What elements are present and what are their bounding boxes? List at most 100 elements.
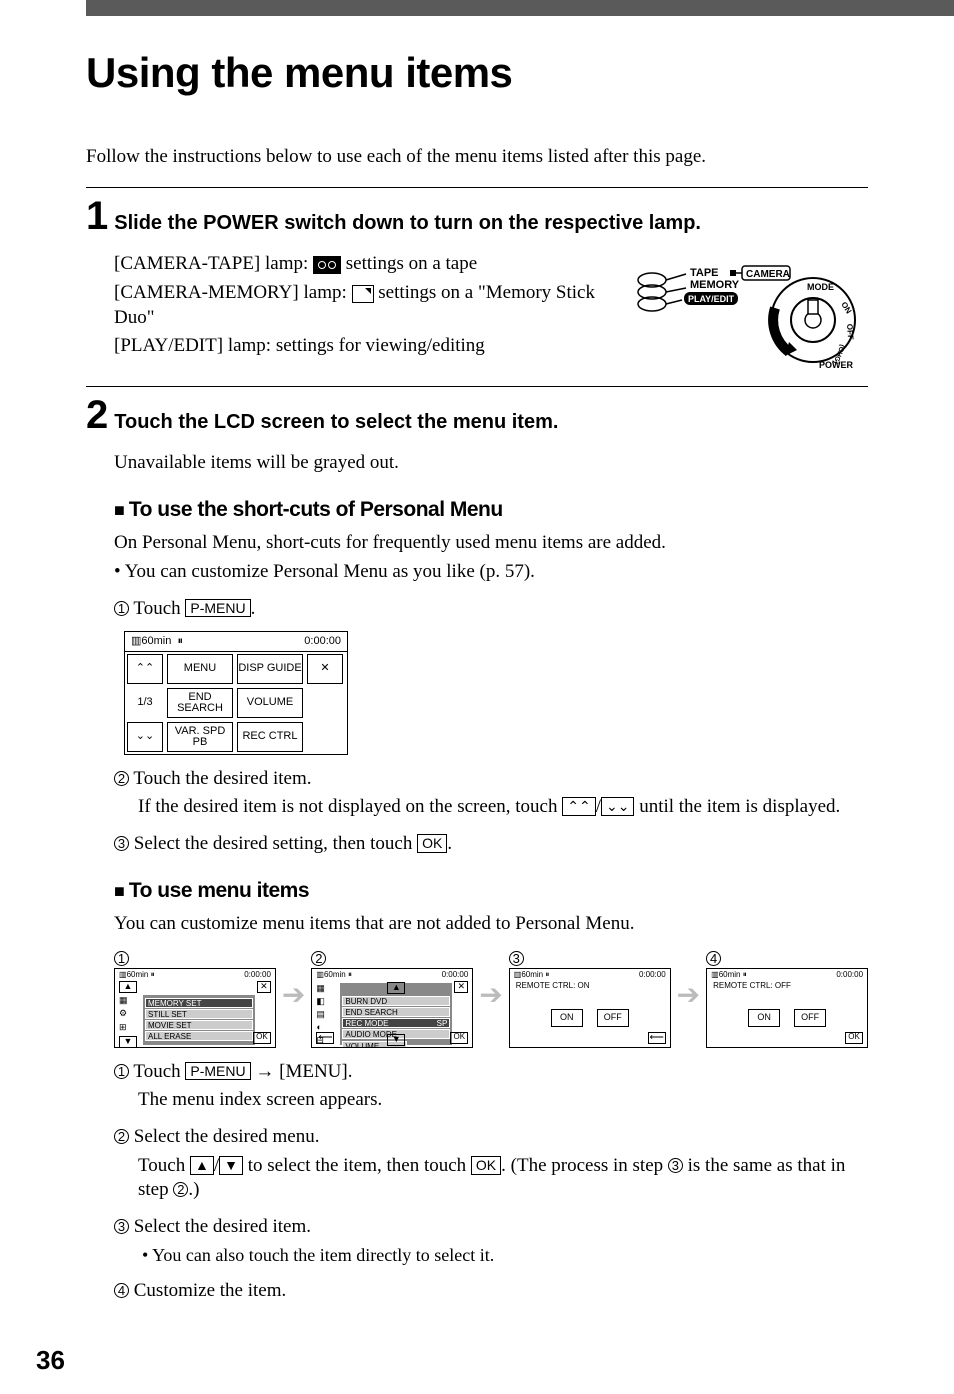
mini-timecode: 0:00:00 — [304, 634, 341, 648]
circled-2-icon: 2 — [311, 951, 326, 966]
back-button[interactable]: ⟵ — [316, 1032, 334, 1044]
menu-use-heading: To use menu items — [114, 877, 868, 904]
camera-tape-lamp-desc: settings on a tape — [346, 253, 477, 274]
up-arrow-button[interactable]: ▲ — [190, 1156, 214, 1175]
circled-3-icon: 3 — [509, 951, 524, 966]
shortcut-step1-text-a: Touch — [133, 598, 185, 619]
up-arrow-button[interactable]: ▲ — [387, 982, 405, 994]
blank-cell — [307, 722, 343, 752]
remote-ctrl-label: REMOTE CTRL: ON — [516, 981, 590, 991]
svg-text:OFF: OFF — [845, 324, 855, 341]
menuuse-step2-sub-c: . (The process in step — [501, 1155, 668, 1176]
arrow-right-icon: ➔ — [479, 978, 502, 1020]
menuuse-step1-arrow: → [MENU]. — [251, 1061, 353, 1082]
menuuse-step3-bullet: You can also touch the item directly to … — [142, 1244, 868, 1267]
up-button[interactable]: ⌃⌃ — [127, 654, 163, 684]
shortcut-heading: To use the short-cuts of Personal Menu — [114, 496, 868, 523]
page-title: Using the menu items — [86, 46, 868, 101]
intro-text: Follow the instructions below to use eac… — [86, 145, 868, 170]
menuuse-step3: Select the desired item. — [134, 1216, 311, 1237]
circled-2-icon: 2 — [173, 1182, 188, 1197]
menuuse-step4: Customize the item. — [134, 1280, 287, 1301]
ok-button[interactable]: OK — [471, 1156, 501, 1175]
circled-1-icon: 1 — [114, 1064, 129, 1079]
shortcut-step2-sub-a: If the desired item is not displayed on … — [138, 796, 562, 817]
pmenu-button[interactable]: P-MENU — [185, 1062, 250, 1081]
pmenu-button[interactable]: P-MENU — [185, 599, 250, 618]
arrow-right-icon: ➔ — [282, 978, 305, 1020]
blank-cell — [307, 688, 343, 718]
ok-button[interactable]: OK — [417, 834, 447, 853]
menu-button[interactable]: MENU — [167, 654, 233, 684]
off-button[interactable]: OFF — [794, 1009, 826, 1027]
ok-button[interactable]: OK — [450, 1032, 468, 1044]
on-button[interactable]: ON — [748, 1009, 780, 1027]
step-1-heading: Slide the POWER switch down to turn on t… — [114, 210, 701, 236]
menu-screen-4: ▥60min ⏸0:00:00 REMOTE CTRL: OFF ON OFF … — [706, 968, 868, 1048]
shortcut-bullet: You can customize Personal Menu as you l… — [114, 560, 868, 585]
down-arrow-button[interactable]: ▼ — [387, 1034, 405, 1046]
close-button[interactable]: ✕ — [307, 654, 343, 684]
menu-use-intro: You can customize menu items that are no… — [114, 912, 868, 937]
camera-tape-lamp-label: [CAMERA-TAPE] lamp: — [114, 253, 313, 274]
memory-stick-icon — [352, 285, 374, 303]
ok-button[interactable]: OK — [253, 1032, 271, 1044]
page-number: 36 — [36, 1344, 65, 1378]
down-arrow-button[interactable]: ▼ — [119, 1036, 137, 1048]
camera-memory-lamp-label: [CAMERA-MEMORY] lamp: — [114, 282, 352, 303]
down-arrow-button[interactable]: ⌄⌄ — [601, 797, 634, 816]
up-arrow-button[interactable]: ▲ — [119, 981, 137, 993]
shortcut-step2-sub-b: until the item is displayed. — [639, 796, 840, 817]
mini-battery: ▥60min ⏸ — [131, 634, 183, 648]
page-indicator: 1/3 — [127, 688, 163, 718]
ok-button[interactable]: OK — [845, 1032, 863, 1044]
rec-ctrl-button[interactable]: REC CTRL — [237, 722, 303, 752]
close-icon[interactable]: ✕ — [257, 981, 271, 993]
down-arrow-button[interactable]: ▼ — [219, 1156, 243, 1175]
svg-text:MODE: MODE — [807, 282, 834, 292]
down-button[interactable]: ⌄⌄ — [127, 722, 163, 752]
arrow-right-icon: ➔ — [677, 978, 700, 1020]
play-edit-lamp: [PLAY/EDIT] lamp: settings for viewing/e… — [114, 334, 598, 359]
circled-1-icon: 1 — [114, 601, 129, 616]
shortcut-step1-text-b: . — [251, 598, 256, 619]
menuuse-step1-sub: The menu index screen appears. — [138, 1088, 868, 1113]
menuuse-step1-a: Touch — [133, 1061, 185, 1082]
close-icon[interactable]: ✕ — [454, 981, 468, 993]
up-arrow-button[interactable]: ⌃⌃ — [562, 797, 595, 816]
circled-1-icon: 1 — [114, 951, 129, 966]
off-button[interactable]: OFF — [597, 1009, 629, 1027]
personal-menu-screen: ▥60min ⏸ 0:00:00 ⌃⌃ MENU DISP GUIDE ✕ 1/… — [124, 631, 348, 754]
shortcut-step3-text-a: Select the desired setting, then touch — [134, 833, 417, 854]
tape-icon — [313, 256, 341, 274]
svg-text:CAMERA: CAMERA — [746, 269, 790, 280]
circled-4-icon: 4 — [114, 1283, 129, 1298]
step-2-heading: Touch the LCD screen to select the menu … — [114, 409, 558, 435]
remote-ctrl-label: REMOTE CTRL: OFF — [713, 981, 791, 991]
on-button[interactable]: ON — [551, 1009, 583, 1027]
menuuse-step2-sub-a: Touch — [138, 1155, 190, 1176]
shortcut-intro: On Personal Menu, short-cuts for frequen… — [114, 531, 868, 556]
svg-text:MEMORY: MEMORY — [690, 279, 740, 291]
var-spd-button[interactable]: VAR. SPD PB — [167, 722, 233, 752]
power-switch-illustration: TAPE MEMORY PLAY/EDIT CAMERA MODE POWER … — [628, 252, 868, 372]
menu-screens-row: 1 ▥60min ⏸0:00:00 ✕ ▲ ▦ ⚙ ⊞ ▼ MEMORY SET… — [114, 951, 868, 1048]
lamp-list: [CAMERA-TAPE] lamp: settings on a tape [… — [114, 252, 598, 363]
header-bar — [86, 0, 954, 16]
circled-2-icon: 2 — [114, 1129, 129, 1144]
back-button[interactable]: ⟵ — [648, 1032, 666, 1044]
volume-button[interactable]: VOLUME — [237, 688, 303, 718]
menuuse-step2-sub-b: to select the item, then touch — [243, 1155, 471, 1176]
circled-3-icon: 3 — [668, 1158, 683, 1173]
menu-screen-2: ▥60min ⏸0:00:00 ✕ ▦◧▤◐⊟ ▲ BURN DVD END S… — [311, 968, 473, 1048]
circled-3-icon: 3 — [114, 836, 129, 851]
shortcut-step2-text: Touch the desired item. — [133, 768, 311, 789]
svg-text:TAPE: TAPE — [690, 267, 719, 279]
divider — [86, 187, 868, 188]
end-search-button[interactable]: END SEARCH — [167, 688, 233, 718]
disp-guide-button[interactable]: DISP GUIDE — [237, 654, 303, 684]
step-1-number: 1 — [86, 196, 108, 236]
circled-3-icon: 3 — [114, 1219, 129, 1234]
menuuse-step2-sub-e: .) — [188, 1179, 199, 1200]
menu-screen-1: ▥60min ⏸0:00:00 ✕ ▲ ▦ ⚙ ⊞ ▼ MEMORY SET S… — [114, 968, 276, 1048]
